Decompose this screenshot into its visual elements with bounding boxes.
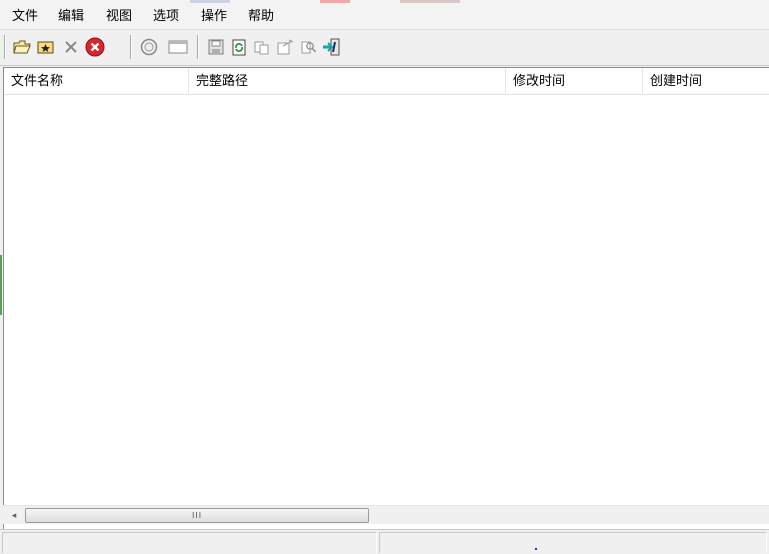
column-header-created[interactable]: 创建时间 (643, 68, 769, 95)
clock-icon (140, 38, 158, 56)
copy-icon (254, 41, 269, 55)
scrollbar-grip: III (192, 511, 203, 520)
delete-button[interactable] (60, 36, 82, 58)
delete-x-icon (65, 41, 77, 53)
menu-options[interactable]: 选项 (149, 7, 183, 27)
toolbar-separator (130, 35, 132, 59)
save-icon (208, 39, 224, 55)
menu-view[interactable]: 视图 (102, 7, 136, 27)
menu-file[interactable]: 文件 (8, 7, 42, 27)
status-indicator (535, 548, 537, 550)
menubar: 文件 编辑 视图 选项 操作 帮助 (0, 0, 769, 30)
stop-red-icon (85, 37, 105, 57)
column-header-filename[interactable]: 文件名称 (4, 68, 189, 95)
schedule-button[interactable] (138, 36, 160, 58)
open-folder-icon (13, 40, 31, 54)
menu-edit[interactable]: 编辑 (54, 7, 88, 27)
find-icon (301, 41, 316, 54)
exit-button[interactable] (321, 36, 343, 58)
refresh-icon (232, 39, 246, 55)
star-folder-icon (37, 41, 54, 54)
status-pane-right (379, 532, 767, 553)
column-header-fullpath[interactable]: 完整路径 (189, 68, 506, 95)
open-folder-button[interactable] (11, 36, 33, 58)
exit-icon (323, 38, 340, 56)
menu-actions[interactable]: 操作 (197, 7, 231, 27)
refresh-button[interactable] (228, 36, 250, 58)
find-button[interactable] (297, 36, 319, 58)
menu-help[interactable]: 帮助 (244, 7, 278, 27)
list-body[interactable] (4, 96, 769, 506)
copy-button[interactable] (251, 36, 273, 58)
scrollbar-thumb[interactable]: III (25, 508, 369, 523)
file-list[interactable]: 文件名称 完整路径 修改时间 创建时间 (3, 67, 769, 529)
list-header: 文件名称 完整路径 修改时间 创建时间 (4, 68, 769, 95)
window-icon (168, 40, 188, 54)
window-button[interactable] (167, 36, 189, 58)
properties-button[interactable] (274, 36, 296, 58)
toolbar (0, 31, 769, 66)
toolbar-separator (197, 35, 199, 59)
favorites-button[interactable] (35, 36, 57, 58)
horizontal-scrollbar[interactable]: ◂ III (3, 505, 769, 524)
window-edge (0, 255, 2, 315)
toolbar-separator (4, 35, 6, 59)
column-header-modified[interactable]: 修改时间 (506, 68, 643, 95)
scroll-left-button[interactable]: ◂ (5, 507, 23, 524)
status-pane-left (2, 532, 377, 553)
chevron-left-icon: ◂ (11, 510, 17, 521)
properties-icon (277, 39, 293, 55)
save-button[interactable] (205, 36, 227, 58)
stop-button[interactable] (84, 36, 106, 58)
statusbar (0, 529, 769, 554)
